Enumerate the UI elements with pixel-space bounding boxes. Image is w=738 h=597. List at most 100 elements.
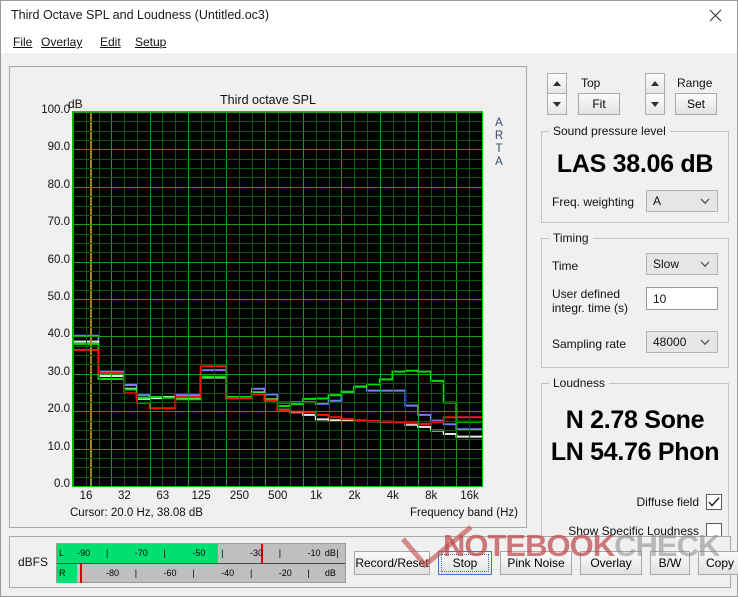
focus-ring: [441, 554, 489, 572]
overlay-label: Overlay: [590, 556, 632, 570]
x-tick-label: 125: [191, 490, 211, 502]
y-tick-label: 40.0: [47, 328, 70, 341]
window-title: Third Octave SPL and Loudness (Untitled.…: [11, 8, 270, 22]
range-spinner-down[interactable]: [645, 94, 665, 115]
meter-peak-marker: [80, 564, 83, 583]
integration-time-input[interactable]: 10: [646, 287, 718, 310]
x-tick-label: 250: [229, 490, 250, 502]
chevron-down-icon: [700, 339, 710, 346]
sampling-rate-value: 48000: [653, 335, 687, 349]
meter-tick-label: -70: [134, 548, 148, 558]
bw-button[interactable]: B/W: [650, 551, 690, 575]
grid-line-horizontal: [73, 364, 482, 365]
grid-line-horizontal: [73, 159, 482, 160]
meter-tick-label: -30: [249, 548, 263, 558]
menu-item-edit[interactable]: Edit: [97, 34, 124, 50]
integration-time-value: 10: [653, 291, 667, 306]
y-axis-unit-label: dB: [68, 97, 83, 111]
input-level-meter[interactable]: L -90 | -70 | -50 | -30 | -10 | dB R -80 | -60 | -40 | -20…: [56, 543, 346, 583]
freq-weighting-value: A: [653, 194, 662, 208]
y-tick-label: 100.0: [41, 104, 70, 116]
arta-watermark: A R T A: [491, 117, 507, 169]
bw-label: B/W: [658, 556, 682, 570]
diffuse-field-label: Diffuse field: [636, 495, 699, 509]
freq-weighting-label: Freq. weighting: [552, 195, 635, 209]
chevron-down-icon: [651, 101, 659, 107]
meter-left-channel: L -90 | -70 | -50 | -30 | -10 | dB: [57, 544, 345, 563]
menu-item-overlay[interactable]: Overlay: [38, 34, 85, 50]
chevron-down-icon: [553, 101, 561, 107]
pink-noise-button[interactable]: Pink Noise: [500, 551, 572, 575]
record-reset-label: Record/Reset: [355, 556, 429, 570]
graph-panel: Third octave SPL dB 0.0 10.0 20.0 30.0 40.0 5…: [9, 66, 527, 528]
grid-line-horizontal: [73, 131, 482, 132]
grid-line-horizontal: [73, 149, 482, 150]
y-tick-label: 30.0: [47, 365, 70, 378]
record-reset-button[interactable]: Record/Reset: [354, 551, 430, 575]
x-tick-label: 32: [117, 490, 131, 502]
grid-line-horizontal: [73, 299, 482, 300]
range-spinner-up[interactable]: [645, 73, 665, 94]
grid-line-horizontal: [73, 262, 482, 263]
meter-unit-label: dB: [324, 548, 336, 558]
diffuse-field-checkbox[interactable]: [706, 494, 722, 510]
grid-line-horizontal: [73, 336, 482, 337]
work-area: Third octave SPL dB 0.0 10.0 20.0 30.0 40.0 5…: [1, 53, 738, 596]
top-spinner[interactable]: [547, 73, 567, 115]
meter-tick-label: -60: [163, 568, 177, 578]
y-tick-label: 50.0: [47, 291, 70, 303]
freq-weighting-select[interactable]: A: [646, 190, 718, 212]
menu-item-setup-label: Setup: [135, 35, 167, 49]
x-tick-label: 2k: [348, 490, 361, 502]
timing-group: Timing Time Slow User defined integr. ti…: [541, 231, 729, 368]
grid-line-vertical: [482, 112, 483, 486]
diffuse-field-row[interactable]: Diffuse field: [550, 494, 722, 510]
x-tick-label: 63: [156, 490, 170, 502]
grid-line-horizontal: [73, 290, 482, 291]
x-tick-label: 8k: [425, 490, 438, 502]
loudness-sone-value: N 2.78 Sone: [565, 406, 705, 434]
sampling-rate-select[interactable]: 48000: [646, 331, 718, 353]
close-button[interactable]: [693, 1, 737, 30]
grid-line-horizontal: [73, 234, 482, 235]
cursor-readout: Cursor: 20.0 Hz, 38.08 dB: [70, 507, 203, 519]
y-tick-label: 70.0: [47, 216, 70, 229]
grid-line-horizontal: [73, 439, 482, 440]
menu-item-setup[interactable]: Setup: [132, 34, 169, 50]
grid-line-horizontal: [73, 355, 482, 356]
grid-line-horizontal: [73, 458, 482, 459]
sound-pressure-level-group: Sound pressure level LAS 38.06 dB Freq. …: [541, 124, 729, 223]
menu-item-overlay-label: Overlay: [41, 35, 83, 49]
y-tick-label: 10.0: [47, 440, 70, 453]
grid-line-horizontal: [73, 467, 482, 468]
meter-tick-mark: |: [221, 548, 224, 558]
plot-canvas[interactable]: [72, 111, 483, 487]
grid-line-horizontal: [73, 271, 482, 272]
range-set-button[interactable]: Set: [675, 93, 717, 115]
loudness-phon-value: LN 54.76 Phon: [550, 438, 720, 466]
meter-tick-label: -90: [77, 548, 91, 558]
time-select[interactable]: Slow: [646, 253, 718, 275]
grid-line-horizontal: [73, 252, 482, 253]
time-value: Slow: [653, 257, 680, 271]
meter-tick-label: -50: [192, 548, 206, 558]
menu-item-file[interactable]: File: [10, 34, 35, 50]
overlay-button[interactable]: Overlay: [580, 551, 642, 575]
range-spinner[interactable]: [645, 73, 665, 115]
copy-button[interactable]: Copy: [698, 551, 738, 575]
copy-label: Copy: [705, 556, 734, 570]
stop-button[interactable]: Stop: [438, 551, 492, 575]
top-fit-button[interactable]: Fit: [578, 93, 620, 115]
meter-tick-mark: |: [307, 568, 310, 578]
meter-right-channel: R -80 | -60 | -40 | -20 | dB: [57, 564, 345, 583]
loudness-group-legend: Loudness: [549, 376, 610, 390]
grid-line-horizontal: [73, 121, 482, 122]
meter-tick-mark: |: [163, 548, 166, 558]
top-spinner-up[interactable]: [547, 73, 567, 94]
grid-line-horizontal: [73, 374, 482, 375]
close-icon: [709, 9, 721, 22]
grid-line-horizontal: [73, 486, 482, 487]
timing-group-legend: Timing: [549, 231, 593, 245]
top-spinner-down[interactable]: [547, 94, 567, 115]
title-bar: Third Octave SPL and Loudness (Untitled.…: [1, 1, 737, 31]
